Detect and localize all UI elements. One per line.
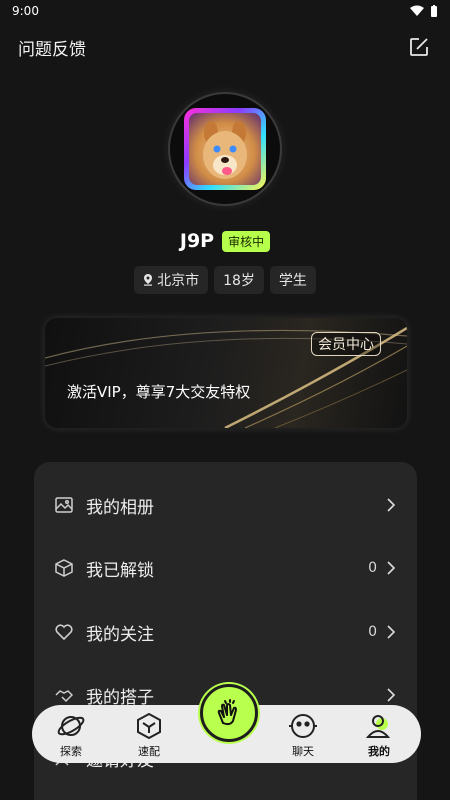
review-status-badge: 审核中 <box>222 230 271 252</box>
tab-mine[interactable]: 我的 <box>354 711 404 761</box>
heart-icon <box>54 622 74 642</box>
battery-icon <box>431 5 437 17</box>
clap-hands-icon <box>217 699 238 726</box>
chevron-right-icon <box>387 561 396 575</box>
chevron-right-icon <box>387 625 396 639</box>
vip-card[interactable]: 会员中心 激活VIP，尊享7大交友特权 <box>45 318 407 428</box>
center-action-button[interactable] <box>200 684 258 742</box>
edit-profile-button[interactable] <box>406 34 432 60</box>
wifi-icon <box>410 5 424 16</box>
menu-item-album[interactable]: 我的相册 <box>34 485 417 525</box>
menu-item-unlocked[interactable]: 我已解锁 0 <box>34 548 417 588</box>
name-row: J9P 审核中 <box>0 230 450 252</box>
city-tag: 北京市 <box>134 266 209 294</box>
chevron-right-icon <box>387 498 396 512</box>
chevron-right-icon <box>387 688 396 702</box>
location-icon <box>144 274 153 286</box>
tab-label-match: 速配 <box>138 745 160 758</box>
status-bar: 9:00 <box>0 0 450 22</box>
profile-tags: 北京市 18岁 学生 <box>0 266 450 294</box>
unlocked-count: 0 <box>368 560 377 576</box>
tab-label-explore: 探索 <box>60 745 82 758</box>
tab-label-chat: 聊天 <box>292 745 314 758</box>
age-tag: 18岁 <box>214 266 264 294</box>
profile-icon <box>365 715 391 738</box>
edit-icon <box>410 38 428 56</box>
top-bar: 问题反馈 <box>0 30 450 64</box>
status-time: 9:00 <box>12 4 39 18</box>
handshake-icon <box>54 685 74 705</box>
age-label: 18岁 <box>223 273 255 289</box>
member-center-badge[interactable]: 会员中心 <box>311 332 381 356</box>
vip-promo-text: 激活VIP，尊享7大交友特权 <box>67 383 251 401</box>
status-icons <box>410 5 438 17</box>
city-label: 北京市 <box>157 273 200 289</box>
image-icon <box>54 495 74 515</box>
feedback-link[interactable]: 问题反馈 <box>18 35 86 60</box>
box-icon <box>54 558 74 578</box>
menu-label-unlocked: 我已解锁 <box>86 560 154 581</box>
tab-match[interactable]: 速配 <box>124 711 174 761</box>
chat-face-icon <box>289 714 317 738</box>
tab-explore[interactable]: 探索 <box>46 711 96 761</box>
tab-label-mine: 我的 <box>368 745 390 758</box>
cube-icon <box>137 712 161 740</box>
tab-chat[interactable]: 聊天 <box>278 711 328 761</box>
planet-icon <box>57 716 85 736</box>
user-name: J9P <box>179 230 215 252</box>
menu-item-following[interactable]: 我的关注 0 <box>34 612 417 652</box>
following-count: 0 <box>368 624 377 640</box>
occupation-label: 学生 <box>278 273 307 289</box>
menu-label-following: 我的关注 <box>86 624 154 645</box>
occupation-tag: 学生 <box>269 266 316 294</box>
menu-label-album: 我的相册 <box>86 497 154 518</box>
avatar[interactable] <box>168 92 282 206</box>
avatar-frame <box>184 108 266 190</box>
avatar-image <box>189 113 261 185</box>
